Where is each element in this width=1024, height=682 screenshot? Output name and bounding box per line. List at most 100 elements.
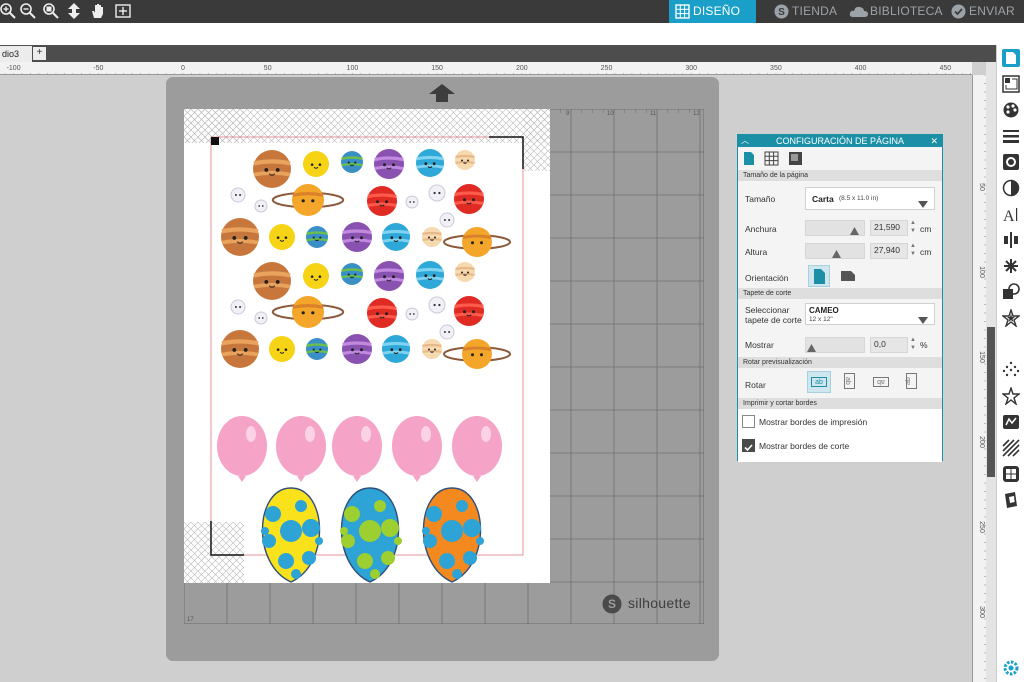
mat-grid-number: 10 xyxy=(607,111,614,117)
height-spinner[interactable]: ▲ ▼ xyxy=(910,242,916,258)
sticker-artwork[interactable] xyxy=(184,109,550,583)
move-arrows-icon[interactable] xyxy=(65,2,83,20)
height-label: Altura xyxy=(745,247,768,257)
collapse-chevron-icon[interactable]: ︿ xyxy=(741,135,749,147)
mat-grid-number: 17 xyxy=(187,617,194,623)
height-slider[interactable] xyxy=(805,243,865,259)
shadow-tab-icon[interactable] xyxy=(788,151,803,166)
cut-borders-checkbox[interactable] xyxy=(742,439,755,452)
mat-grid-number: 11 xyxy=(650,111,657,117)
tab-library[interactable]: BIBLIOTECA xyxy=(846,0,942,23)
mat-select[interactable]: CAMEO 12 x 12" xyxy=(805,303,935,325)
mat-grid-number: 9 xyxy=(566,111,570,117)
sun-planet xyxy=(303,263,329,289)
grid-tab-icon[interactable] xyxy=(764,151,779,166)
tab-store[interactable]: S TIENDA xyxy=(768,0,838,23)
size-select[interactable]: Carta (8.5 x 11.0 in) xyxy=(805,187,935,210)
close-icon[interactable]: ✕ xyxy=(930,135,938,147)
pink-balloon xyxy=(217,416,267,482)
easter-egg xyxy=(261,487,323,583)
section-page-size: Tamaño de la página xyxy=(738,170,942,181)
width-input[interactable]: 21,590 xyxy=(870,220,908,236)
image-trace-icon[interactable] xyxy=(1002,153,1020,171)
rotate-180-button[interactable]: ab xyxy=(871,372,893,392)
document-tab[interactable]: dio3 xyxy=(0,46,32,62)
text-icon[interactable]: A xyxy=(1002,205,1020,225)
page-setup-panel: ︿ CONFIGURACIÓN DE PÁGINA ✕ Tamaño de la… xyxy=(737,134,943,462)
pink-balloon xyxy=(452,416,502,482)
hand-pan-icon[interactable] xyxy=(89,2,107,20)
print-cut-icon[interactable] xyxy=(1002,491,1020,509)
tab-design-label: DISEÑO xyxy=(693,4,741,18)
panel-title-bar: ︿ CONFIGURACIÓN DE PÁGINA ✕ xyxy=(738,135,942,147)
modify-icon[interactable] xyxy=(1002,283,1020,301)
vertical-ruler: 50 100 150 200 250 300 xyxy=(972,75,986,682)
rhinestone-icon[interactable] xyxy=(1002,361,1020,379)
star-icon[interactable] xyxy=(1001,385,1021,407)
offset-icon[interactable] xyxy=(1001,307,1021,329)
rotate-90-button[interactable]: ab xyxy=(842,372,858,392)
sun-planet xyxy=(303,151,329,177)
sketch-icon[interactable] xyxy=(1002,413,1020,431)
height-unit: cm xyxy=(920,247,932,257)
size-detail: (8.5 x 11.0 in) xyxy=(839,195,879,202)
feed-arrow-icon xyxy=(428,83,456,108)
cut-borders-label: Mostrar bordes de corte xyxy=(759,441,850,451)
landscape-button[interactable] xyxy=(840,269,856,283)
chevron-down-icon xyxy=(918,195,928,213)
add-box-icon[interactable] xyxy=(114,2,132,20)
ruler-label: 150 xyxy=(431,65,443,72)
tab-design[interactable]: DISEÑO xyxy=(669,0,756,23)
zoom-fit-icon[interactable] xyxy=(42,2,60,20)
ruler-label: 200 xyxy=(516,65,528,72)
saturn-planet xyxy=(443,227,511,257)
tab-send-label: ENVIAR xyxy=(969,4,1015,18)
height-input[interactable]: 27,940 xyxy=(870,243,908,259)
page-setup-icon[interactable] xyxy=(1002,49,1020,67)
ruler-label: 450 xyxy=(939,65,951,72)
zoom-in-icon[interactable] xyxy=(0,2,18,20)
rotate-label: Rotar xyxy=(745,380,766,390)
show-slider[interactable] xyxy=(805,337,865,353)
transparency-icon[interactable] xyxy=(1002,179,1020,197)
moon-small xyxy=(230,187,246,203)
rotate-0-button[interactable]: ab xyxy=(807,371,831,393)
moon-small xyxy=(428,296,446,314)
scrollbar-thumb[interactable] xyxy=(987,327,995,477)
zoom-out-icon[interactable] xyxy=(19,2,37,20)
orientation-label: Orientación xyxy=(745,273,789,283)
tab-send[interactable]: ENVIAR xyxy=(945,0,1017,23)
settings-gear-icon[interactable] xyxy=(1002,659,1020,677)
replicate-icon[interactable] xyxy=(1002,257,1020,275)
show-label: Mostrar xyxy=(745,340,774,350)
show-input[interactable]: 0,0 xyxy=(870,337,908,353)
uranus-planet xyxy=(382,335,410,363)
ruler-label: 100 xyxy=(978,266,985,278)
width-spinner[interactable]: ▲ ▼ xyxy=(910,219,916,235)
width-label: Anchura xyxy=(745,224,777,234)
library-icon[interactable] xyxy=(1002,465,1020,483)
page-tab-icon[interactable] xyxy=(742,151,756,166)
mercury-planet xyxy=(455,262,475,282)
portrait-button[interactable] xyxy=(808,265,830,287)
width-slider[interactable] xyxy=(805,220,865,236)
uranus-planet xyxy=(382,223,410,251)
saturn-planet xyxy=(443,339,511,369)
show-spinner[interactable]: ▲ ▼ xyxy=(910,336,916,352)
ruler-label: 50 xyxy=(264,65,272,72)
mat-value: CAMEO xyxy=(809,306,839,315)
check-circle-icon xyxy=(951,4,966,19)
print-borders-checkbox[interactable] xyxy=(742,415,755,428)
fill-palette-icon[interactable] xyxy=(1002,101,1020,119)
vertical-scrollbar[interactable] xyxy=(986,62,996,682)
line-style-icon[interactable] xyxy=(1002,127,1020,145)
hatch-icon[interactable] xyxy=(1002,439,1020,457)
mars-planet xyxy=(454,296,484,326)
section-cutting-mat: Tapete de corte xyxy=(738,288,942,299)
registration-icon[interactable] xyxy=(1002,75,1020,93)
align-icon[interactable] xyxy=(1002,231,1020,249)
rotate-270-button[interactable]: ab xyxy=(904,372,920,392)
sun-planet xyxy=(269,224,295,250)
svg-text:S: S xyxy=(608,597,616,611)
add-document-button[interactable]: + xyxy=(33,47,46,60)
